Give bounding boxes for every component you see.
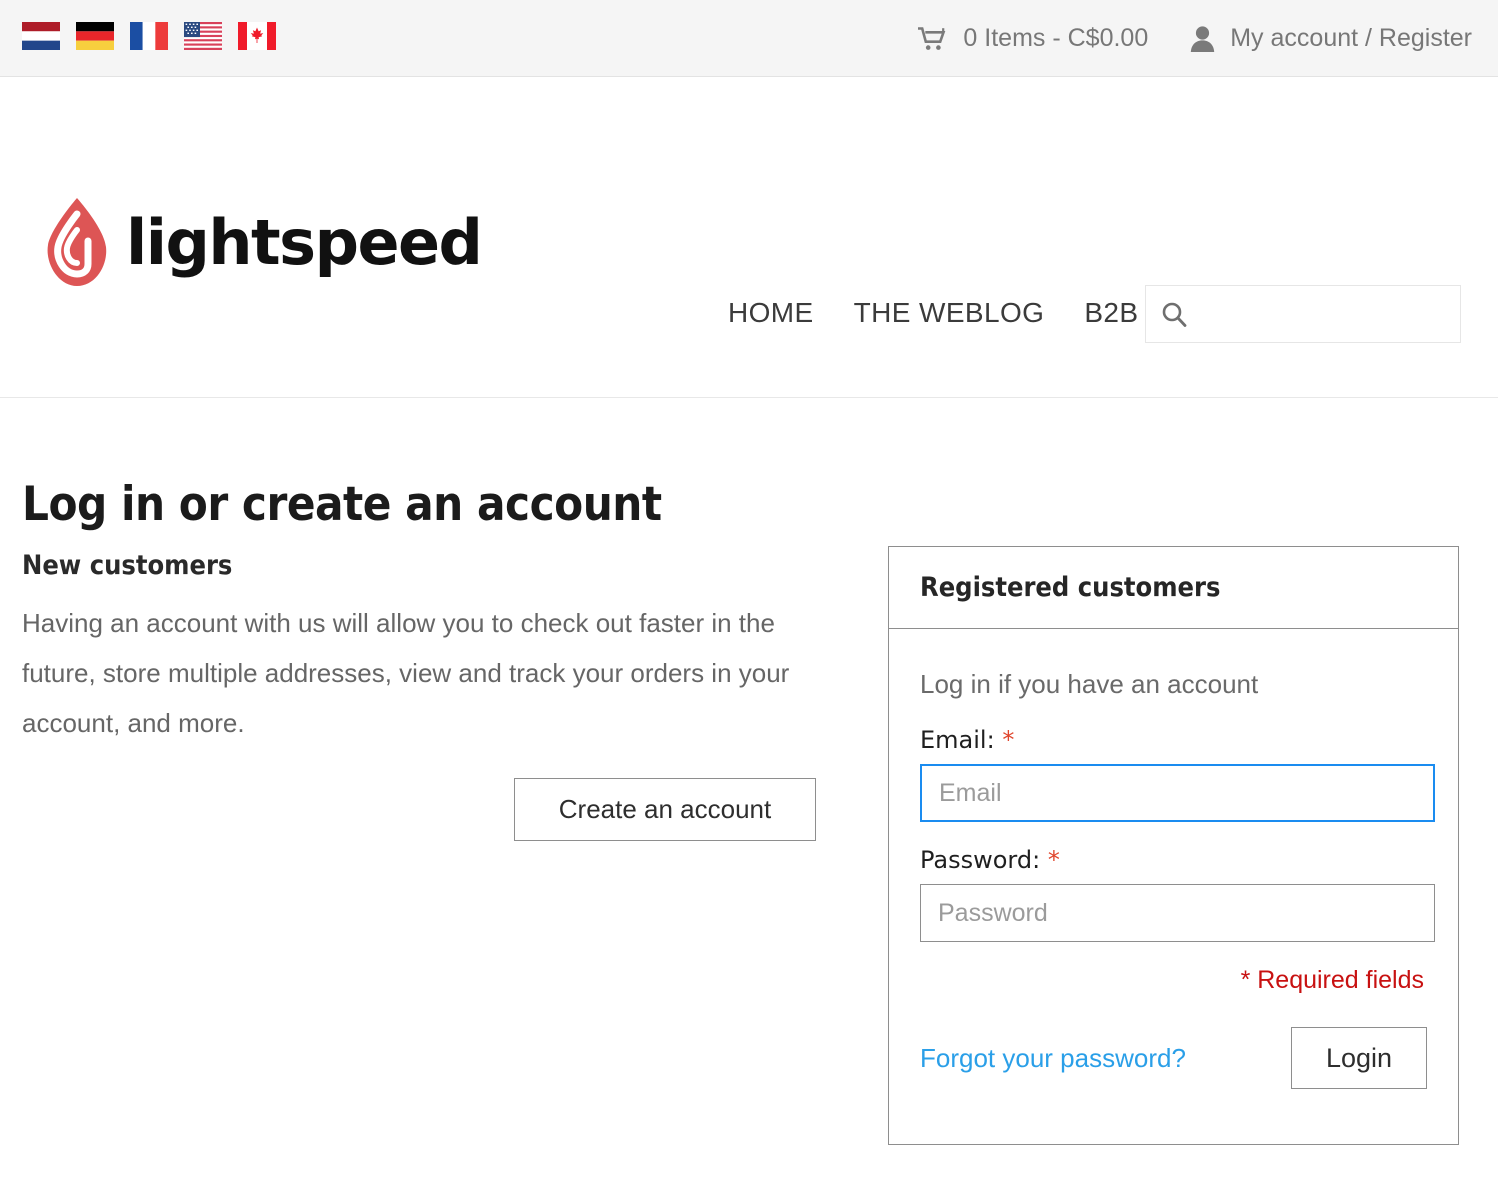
create-account-button[interactable]: Create an account [514, 778, 816, 841]
top-utility-bar: 0 Items - C$0.00 My account / Register [0, 0, 1498, 77]
new-customers-body: Having an account with us will allow you… [22, 608, 790, 738]
nav-item-the-weblog[interactable]: THE WEBLOG [854, 297, 1045, 329]
site-logo[interactable]: lightspeed [44, 197, 483, 289]
cart-icon [918, 26, 948, 52]
netherlands-flag[interactable] [22, 22, 60, 50]
nav-item-b2b[interactable]: B2B [1084, 297, 1138, 329]
language-switcher [22, 22, 276, 50]
account-text: My account / Register [1230, 24, 1472, 52]
password-field-group: Password: * [920, 846, 1435, 942]
email-required-asterisk: * [1002, 726, 1015, 754]
account-register-link[interactable]: My account / Register [1190, 24, 1472, 53]
password-label-text: Password: [920, 846, 1041, 874]
usa-flag[interactable] [184, 22, 222, 50]
search-box[interactable] [1145, 285, 1498, 343]
site-header: lightspeed HOME THE WEBLOG B2B [0, 77, 1498, 398]
email-label-text: Email: [920, 726, 995, 754]
top-right-links: 0 Items - C$0.00 My account / Register [918, 0, 1472, 77]
nav-item-home[interactable]: HOME [728, 297, 814, 329]
canada-flag[interactable] [238, 22, 276, 50]
login-subtitle: Log in if you have an account [920, 669, 1259, 699]
logo-wordmark: lightspeed [126, 206, 483, 279]
cart-text: 0 Items - C$0.00 [963, 24, 1149, 52]
search-input[interactable] [1202, 287, 1498, 341]
login-actions: Forgot your password? Login [920, 1027, 1428, 1089]
new-customers-heading: New customers [22, 550, 233, 581]
new-customers-section: New customers Having an account with us … [22, 550, 822, 749]
cart-link[interactable]: 0 Items - C$0.00 [918, 24, 1148, 53]
password-input[interactable] [920, 884, 1435, 942]
main-navigation: HOME THE WEBLOG B2B [728, 297, 1138, 329]
user-icon [1190, 25, 1215, 52]
registered-customers-header: Registered customers [889, 547, 1458, 629]
required-fields-note: * Required fields [1240, 966, 1424, 994]
registered-customers-panel: Registered customers Log in if you have … [888, 546, 1459, 1145]
germany-flag[interactable] [76, 22, 114, 50]
search-icon[interactable] [1146, 286, 1202, 342]
email-label: Email: * [920, 726, 1428, 754]
france-flag[interactable] [130, 22, 168, 50]
page-title: Log in or create an account [22, 477, 662, 533]
lightspeed-flame-logo-icon [44, 197, 110, 289]
login-form: Log in if you have an account Email: * P… [889, 629, 1458, 1089]
login-button[interactable]: Login [1291, 1027, 1427, 1089]
password-label: Password: * [920, 846, 1428, 874]
email-input[interactable] [920, 764, 1435, 822]
forgot-password-link[interactable]: Forgot your password? [920, 1043, 1186, 1074]
email-field-group: Email: * [920, 726, 1435, 822]
registered-customers-heading: Registered customers [920, 572, 1221, 603]
password-required-asterisk: * [1047, 846, 1060, 874]
